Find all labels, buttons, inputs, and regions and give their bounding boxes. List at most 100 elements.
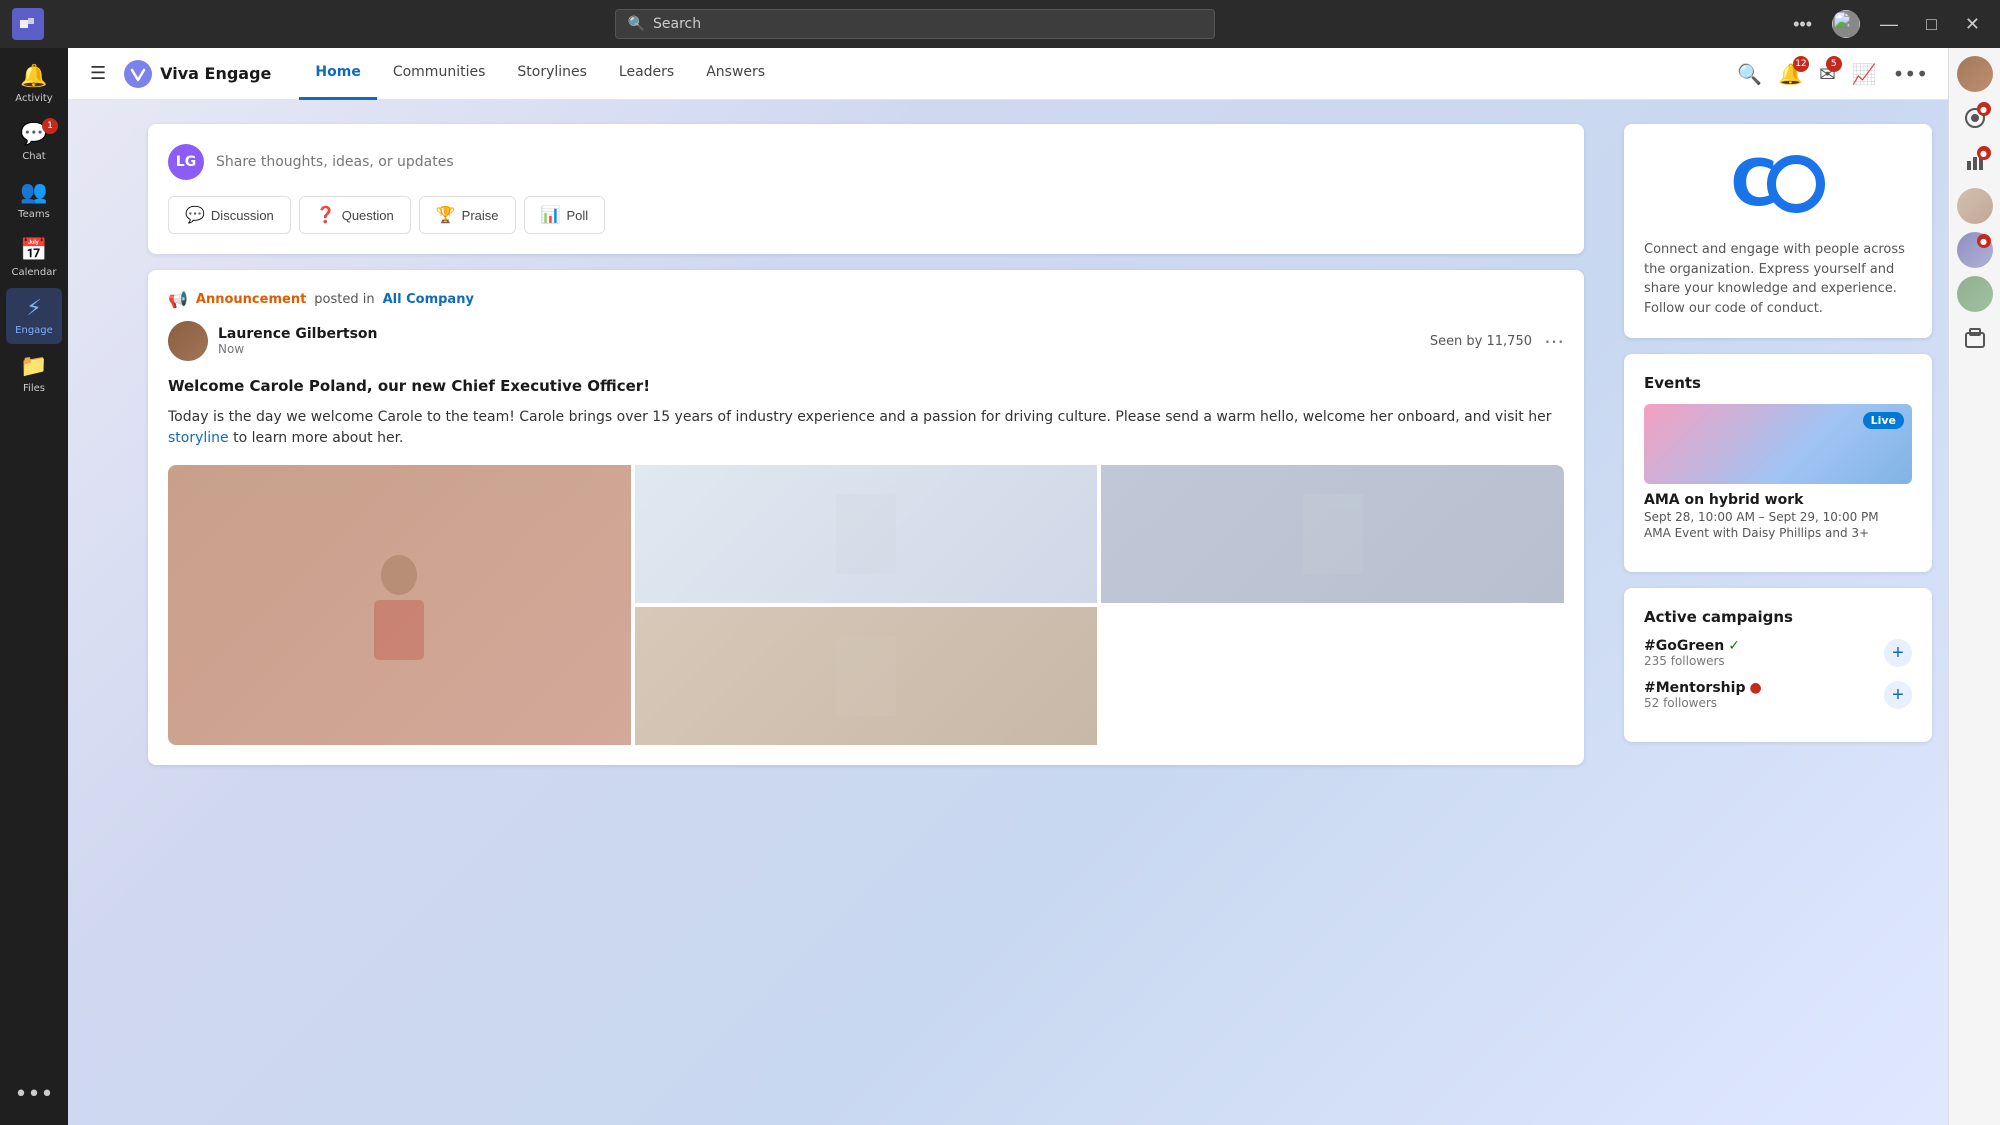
campaign-item-gogreen: #GoGreen ✓ 235 followers +: [1644, 638, 1912, 668]
titlebar-left: [12, 8, 44, 40]
mail-button[interactable]: ✉ 5: [1815, 58, 1840, 90]
search-placeholder: Search: [653, 16, 701, 32]
discussion-icon: 💬: [185, 205, 205, 225]
right-sidebar: C Connect and engage with people across …: [1608, 100, 1948, 1125]
event-date: Sept 28, 10:00 AM – Sept 29, 10:00 PM: [1644, 510, 1912, 524]
right-user-avatar[interactable]: [1957, 56, 1993, 92]
post-card: 📢 Announcement posted in All Company Lau…: [148, 270, 1584, 765]
post-image-4[interactable]: [635, 607, 1098, 745]
author-name: Laurence Gilbertson: [218, 326, 378, 342]
nav-item-storylines[interactable]: Storylines: [501, 48, 603, 100]
notifications-button[interactable]: 🔔 12: [1774, 58, 1807, 90]
seen-count: Seen by 11,750: [1430, 334, 1532, 349]
post-image-2[interactable]: [635, 465, 1098, 603]
left-rail: 🔔 Activity 1 💬 Chat 👥 Teams 📅 Calendar ⚡…: [0, 48, 68, 1125]
question-button[interactable]: ❓ Question: [299, 196, 411, 234]
storyline-link[interactable]: storyline: [168, 430, 229, 446]
sidebar-item-activity[interactable]: 🔔 Activity: [6, 56, 62, 112]
sidebar-item-chat[interactable]: 1 💬 Chat: [6, 114, 62, 170]
search-button[interactable]: 🔍: [1733, 58, 1766, 90]
praise-button[interactable]: 🏆 Praise: [419, 196, 516, 234]
nav-item-answers[interactable]: Answers: [690, 48, 781, 100]
feed-column: LG Share thoughts, ideas, or updates 💬 D…: [68, 100, 1608, 1125]
event-banner[interactable]: Live: [1644, 404, 1912, 484]
announcement-icon: 📢: [168, 290, 188, 309]
post-title: Welcome Carole Poland, our new Chief Exe…: [168, 377, 1564, 395]
post-body-part1: Today is the day we welcome Carole to th…: [168, 409, 1551, 425]
event-attendees: AMA Event with Daisy Phillips and 3+: [1644, 526, 1912, 540]
titlebar-search-bar[interactable]: 🔍 Search: [615, 9, 1215, 39]
more-options-button[interactable]: •••: [1785, 10, 1820, 39]
follow-campaign-button[interactable]: +: [1884, 639, 1912, 667]
campaign-info: #GoGreen ✓ 235 followers: [1644, 638, 1740, 668]
community-o-logo: [1767, 155, 1825, 213]
activity-icon: 🔔: [20, 64, 47, 89]
close-button[interactable]: ✕: [1957, 10, 1988, 39]
teams-logo-icon: [12, 8, 44, 40]
sidebar-item-label: Calendar: [12, 267, 57, 278]
campaigns-title: Active campaigns: [1644, 608, 1912, 626]
nav-item-communities[interactable]: Communities: [377, 48, 502, 100]
right-icon-1[interactable]: ●: [1957, 100, 1993, 136]
sidebar-item-teams[interactable]: 👥 Teams: [6, 172, 62, 228]
announcement-label: Announcement: [196, 292, 306, 307]
titlebar-controls: ••• — □ ✕: [1785, 10, 1988, 39]
sidebar-item-label: Engage: [15, 325, 53, 336]
viva-engage-logo: Viva Engage: [124, 60, 271, 88]
hamburger-button[interactable]: ☰: [84, 57, 112, 90]
maximize-button[interactable]: □: [1918, 10, 1945, 39]
right-badge-3: ●: [1977, 234, 1991, 248]
post-author-left: Laurence Gilbertson Now: [168, 321, 378, 361]
post-content: Welcome Carole Poland, our new Chief Exe…: [168, 377, 1564, 449]
sidebar-more-button[interactable]: •••: [6, 1074, 62, 1115]
app-name: Viva Engage: [160, 64, 271, 83]
campaign-info: #Mentorship ● 52 followers: [1644, 680, 1762, 710]
teams-icon: 👥: [20, 180, 47, 205]
community-card: C Connect and engage with people across …: [1624, 124, 1932, 338]
community-link[interactable]: All Company: [383, 292, 474, 307]
praise-icon: 🏆: [436, 205, 456, 225]
sidebar-item-engage[interactable]: ⚡ Engage: [6, 288, 62, 344]
titlebar: 🔍 Search ••• — □ ✕: [0, 0, 2000, 48]
discussion-button[interactable]: 💬 Discussion: [168, 196, 291, 234]
right-person-button-3[interactable]: ●: [1957, 232, 1993, 268]
calendar-icon: 📅: [20, 238, 47, 263]
campaign-followers: 235 followers: [1644, 654, 1740, 668]
user-avatar[interactable]: [1832, 10, 1860, 38]
notification-badge: 12: [1793, 56, 1809, 72]
sidebar-item-label: Activity: [15, 93, 52, 104]
more-nav-button[interactable]: •••: [1889, 58, 1932, 90]
discussion-label: Discussion: [211, 208, 274, 223]
minimize-button[interactable]: —: [1872, 10, 1906, 39]
nav-item-leaders[interactable]: Leaders: [603, 48, 690, 100]
right-person-button-4[interactable]: [1957, 276, 1993, 312]
viva-logo-icon: [124, 60, 152, 88]
posted-in-label: posted in: [314, 292, 374, 307]
question-icon: ❓: [316, 205, 336, 225]
sidebar-item-calendar[interactable]: 📅 Calendar: [6, 230, 62, 286]
campaigns-card: Active campaigns #GoGreen ✓ 235 follower…: [1624, 588, 1932, 742]
post-more-button[interactable]: ⋯: [1544, 329, 1564, 353]
sidebar-item-files[interactable]: 📁 Files: [6, 346, 62, 402]
community-description: Connect and engage with people across th…: [1644, 240, 1912, 318]
post-image-3[interactable]: [1101, 465, 1564, 603]
campaign-name: #GoGreen ✓: [1644, 638, 1740, 654]
campaign-status-green: ✓: [1728, 638, 1740, 654]
post-image-grid: [168, 465, 1564, 745]
right-chart-button[interactable]: ●: [1957, 144, 1993, 180]
follow-mentorship-button[interactable]: +: [1884, 681, 1912, 709]
analytics-button[interactable]: 📈: [1848, 58, 1881, 90]
mail-badge: 5: [1826, 56, 1842, 72]
right-person-avatar-2[interactable]: [1957, 188, 1993, 224]
post-meta: 📢 Announcement posted in All Company: [168, 290, 1564, 309]
poll-icon: 📊: [541, 205, 561, 225]
nav-item-home[interactable]: Home: [299, 48, 376, 100]
right-group-button[interactable]: [1957, 320, 1993, 356]
praise-label: Praise: [462, 208, 499, 223]
author-avatar: [168, 321, 208, 361]
event-title[interactable]: AMA on hybrid work: [1644, 492, 1912, 508]
poll-button[interactable]: 📊 Poll: [524, 196, 606, 234]
sidebar-item-label: Files: [23, 383, 45, 394]
post-image-1[interactable]: [168, 465, 631, 745]
composer-placeholder[interactable]: Share thoughts, ideas, or updates: [216, 154, 454, 170]
